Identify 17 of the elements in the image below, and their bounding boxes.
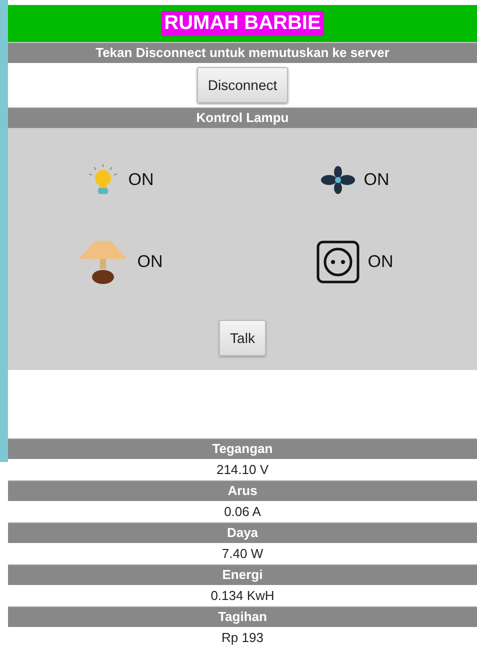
reading-label: Daya [8, 522, 477, 543]
device-state: ON [137, 252, 164, 272]
reading-label: Arus [8, 480, 477, 501]
section-header: Kontrol Lampu [8, 107, 477, 128]
fan-icon[interactable] [320, 166, 356, 194]
section-header: Tekan Disconnect untuk memutuskan ke server [8, 42, 477, 63]
table-lamp-icon[interactable] [77, 239, 130, 285]
reading-label: Tegangan [8, 438, 477, 459]
device-state: ON [368, 252, 394, 272]
device-state: ON [128, 170, 155, 190]
disconnect-button[interactable]: Disconnect [196, 67, 288, 103]
app-title: RUMAH BARBIE [161, 11, 324, 36]
talk-button[interactable]: Talk [219, 320, 266, 356]
reading-label: Tagihan [8, 606, 477, 627]
reading-label: Energi [8, 564, 477, 585]
device-state: ON [364, 170, 390, 190]
power-socket-icon[interactable] [316, 240, 360, 284]
